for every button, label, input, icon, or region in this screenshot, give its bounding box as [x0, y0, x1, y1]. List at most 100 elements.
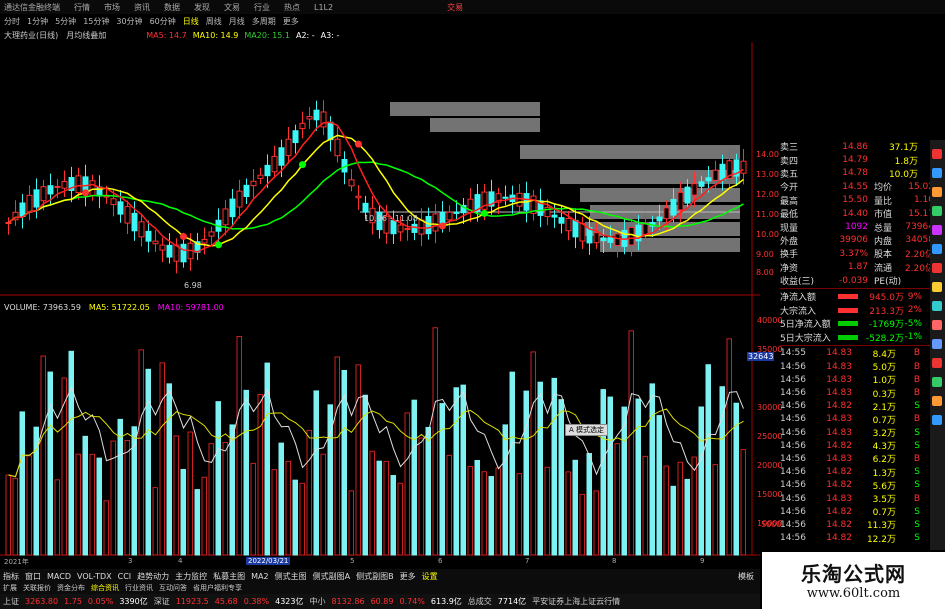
quote-label: 最高 — [780, 196, 799, 207]
volume-bar — [54, 479, 60, 556]
sz-amount: 4323亿 — [275, 597, 304, 606]
candle — [565, 218, 572, 232]
tab-news[interactable]: 综合资讯 — [91, 583, 119, 593]
tab-macd[interactable]: MACD — [47, 572, 71, 581]
tab-vol-tdx[interactable]: VOL-TDX — [77, 572, 112, 581]
quote-label2: PE(动) — [874, 277, 902, 288]
app-icon[interactable] — [932, 263, 942, 273]
volume-bar — [362, 394, 368, 556]
app-icon[interactable] — [932, 415, 942, 425]
tick-direction: S — [914, 533, 920, 544]
signal-dot — [481, 209, 488, 217]
volume-bar — [250, 462, 256, 556]
tab-related[interactable]: 关联报价 — [23, 583, 51, 593]
watermark-logo: 乐淘公式网 www.60lt.com — [762, 552, 945, 609]
tab-side-main[interactable]: 侧式主图 — [275, 571, 307, 582]
tab-fund-dist[interactable]: 资金分布 — [57, 583, 85, 593]
app-icon[interactable] — [932, 377, 942, 387]
tick-time: 14:56 — [780, 427, 806, 438]
quote-row: 最高 15.50 量比 1.10 — [780, 194, 945, 207]
watermark-title: 乐淘公式网 — [801, 562, 906, 586]
volume-bar — [292, 479, 298, 556]
tick-direction: S — [914, 506, 920, 517]
tab-qa[interactable]: 互动问答 — [159, 583, 187, 593]
volume-bar — [418, 437, 424, 556]
volume-bar — [516, 473, 522, 556]
app-icon[interactable] — [932, 396, 942, 406]
tab-indicator[interactable]: 指标 — [3, 571, 19, 582]
tick-row: 14:56 14.83 6.2万 B — [780, 452, 945, 466]
zx-value: 8132.86 — [331, 597, 365, 606]
tab-template[interactable]: 模板 — [738, 571, 754, 582]
tab-side-sub-a[interactable]: 侧式副图A — [313, 571, 350, 582]
volume-bar — [96, 457, 102, 556]
app-icon[interactable] — [932, 320, 942, 330]
tab-benefit[interactable]: 省用户福利专享 — [193, 583, 242, 593]
candle — [516, 192, 523, 207]
tick-price: 14.83 — [826, 348, 852, 359]
volume-bar — [460, 384, 466, 556]
app-icon[interactable] — [932, 149, 942, 159]
tab-ma2[interactable]: MA2 — [251, 572, 268, 581]
quote-label2: 总量 — [874, 223, 893, 234]
tab-trend[interactable]: 趋势动力 — [137, 571, 169, 582]
quote-label: 卖三 — [780, 143, 799, 154]
tab-settings[interactable]: 设置 — [422, 571, 438, 582]
volume-profile-bar — [585, 222, 740, 236]
volume-bar — [397, 482, 403, 556]
volume-bar — [635, 398, 641, 556]
app-icon[interactable] — [932, 282, 942, 292]
candle — [292, 130, 299, 144]
tab-side-sub-b[interactable]: 侧式副图B — [356, 571, 394, 582]
candle — [19, 202, 26, 218]
quote-label: 现量 — [780, 223, 799, 234]
price-tick: 14.00 — [756, 150, 779, 159]
tab-main-monitor[interactable]: 主力监控 — [175, 571, 207, 582]
app-icon[interactable] — [932, 244, 942, 254]
volume-bar — [621, 406, 627, 556]
indicator-tab-bar: 指标 窗口 MACD VOL-TDX CCI 趋势动力 主力监控 私募主图 MA… — [0, 569, 760, 583]
volume-bar — [656, 415, 662, 556]
candle — [264, 164, 271, 177]
candle — [47, 185, 54, 195]
quote-value: 39906 — [839, 235, 868, 246]
app-icon[interactable] — [932, 339, 942, 349]
app-icon[interactable] — [932, 358, 942, 368]
price-tick: 10.00 — [756, 230, 779, 239]
tick-volume: 6.2万 — [872, 455, 896, 466]
volume-bar — [229, 424, 235, 556]
tab-window[interactable]: 窗口 — [25, 571, 41, 582]
app-icon[interactable] — [932, 301, 942, 311]
candle — [271, 155, 278, 173]
kline-chart[interactable] — [0, 0, 760, 560]
app-icon[interactable] — [932, 187, 942, 197]
volume-bar — [537, 381, 543, 556]
time-axis-tick: 5 — [350, 557, 355, 565]
volume-bar — [278, 442, 284, 556]
app-icon[interactable] — [932, 206, 942, 216]
tick-time: 14:56 — [780, 493, 806, 504]
tab-more[interactable]: 更多 — [400, 571, 416, 582]
tick-volume: 3.5万 — [872, 495, 896, 506]
time-axis-marker[interactable]: 2022/03/21 — [246, 557, 291, 565]
vol-tick: 40000 — [757, 316, 783, 325]
app-icon[interactable] — [932, 168, 942, 178]
tab-cci[interactable]: CCI — [118, 572, 132, 581]
candle — [551, 214, 558, 218]
quote-row: 净资 1.87 流通 2.20亿 — [780, 261, 945, 274]
quote-label: 净资 — [780, 263, 799, 274]
volume-bar — [187, 431, 193, 556]
mode-popup[interactable]: A 模式选定 — [565, 424, 609, 436]
volume-bar — [411, 399, 417, 556]
tick-price: 14.82 — [826, 519, 852, 530]
signal-dot — [82, 189, 89, 197]
volume-bar — [691, 456, 697, 556]
tab-extend[interactable]: 扩展 — [3, 583, 17, 593]
volume-bar — [544, 466, 550, 556]
tab-private-main[interactable]: 私募主图 — [213, 571, 245, 582]
candle — [362, 202, 369, 213]
app-icon[interactable] — [932, 225, 942, 235]
tick-time: 14:56 — [780, 374, 806, 385]
tab-industry[interactable]: 行业资讯 — [125, 583, 153, 593]
candle — [642, 223, 649, 235]
